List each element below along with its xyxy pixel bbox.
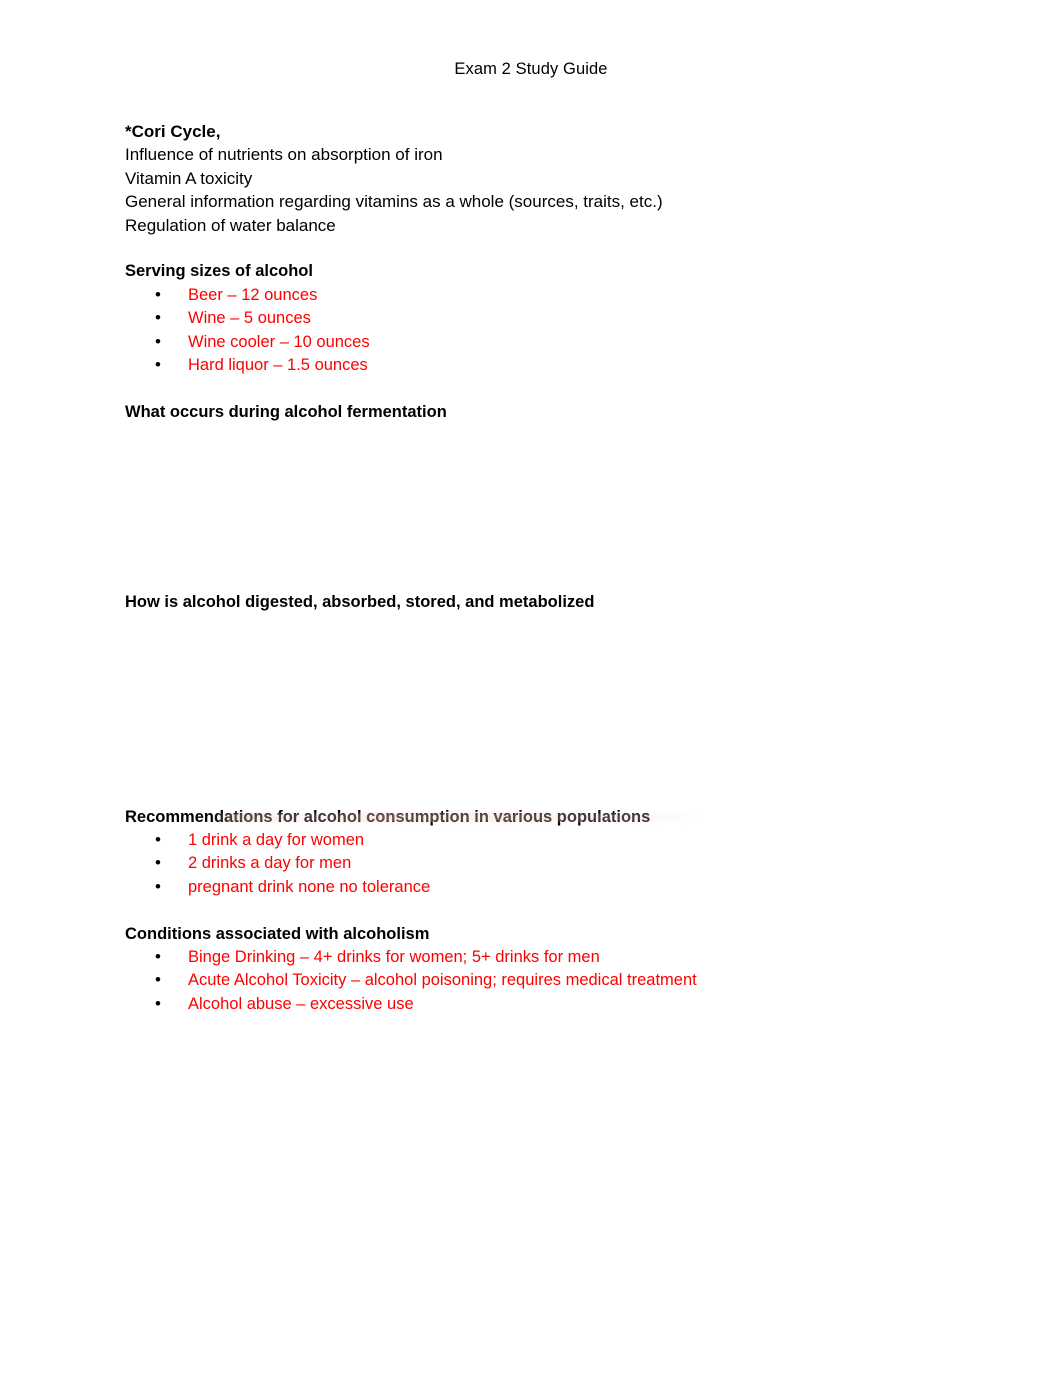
section-heading-alcohol-fermentation: What occurs during alcohol fermentation: [125, 402, 447, 421]
bullet-list-recommendations: 1 drink a day for women 2 drinks a day f…: [125, 828, 945, 899]
list-item: 2 drinks a day for men: [125, 851, 945, 875]
section-heading-alcohol-metabolism: How is alcohol digested, absorbed, store…: [125, 593, 595, 612]
bullet-list-serving-sizes: Beer – 12 ounces Wine – 5 ounces Wine co…: [125, 283, 945, 378]
list-item: 1 drink a day for women: [125, 828, 945, 852]
list-item: Binge Drinking – 4+ drinks for women; 5+…: [125, 945, 945, 969]
list-item: Alcohol abuse – excessive use: [125, 992, 945, 1016]
document-header-title: Exam 2 Study Guide: [454, 60, 608, 78]
document-page: Exam 2 Study Guide *Cori Cycle, Influenc…: [0, 0, 1062, 1377]
section-heading-serving-sizes: Serving sizes of alcohol: [125, 262, 313, 281]
spacer-answer-area-metabolism: [125, 615, 945, 806]
topic-line-vitamins-general: General information regarding vitamins a…: [125, 192, 663, 212]
topic-line-iron-absorption: Influence of nutrients on absorption of …: [125, 145, 443, 165]
list-item: pregnant drink none no tolerance: [125, 875, 945, 899]
list-item: Wine – 5 ounces: [125, 306, 945, 330]
list-item: Hard liquor – 1.5 ounces: [125, 353, 945, 377]
section-heading-recommendations: Recommendations for alcohol consumption …: [125, 807, 651, 826]
list-item: Acute Alcohol Toxicity – alcohol poisoni…: [125, 968, 945, 992]
spacer-answer-area-fermentation: [125, 424, 945, 591]
topic-line-vitamin-a-toxicity: Vitamin A toxicity: [125, 168, 253, 188]
document-body: *Cori Cycle, Influence of nutrients on a…: [125, 120, 945, 1016]
list-item: Wine cooler – 10 ounces: [125, 330, 945, 354]
topic-line-cori-cycle: *Cori Cycle,: [125, 122, 221, 141]
list-item: Beer – 12 ounces: [125, 283, 945, 307]
section-heading-alcoholism-conditions: Conditions associated with alcoholism: [125, 924, 430, 943]
topic-line-water-balance: Regulation of water balance: [125, 215, 336, 235]
bullet-list-alcoholism-conditions: Binge Drinking – 4+ drinks for women; 5+…: [125, 945, 945, 1016]
